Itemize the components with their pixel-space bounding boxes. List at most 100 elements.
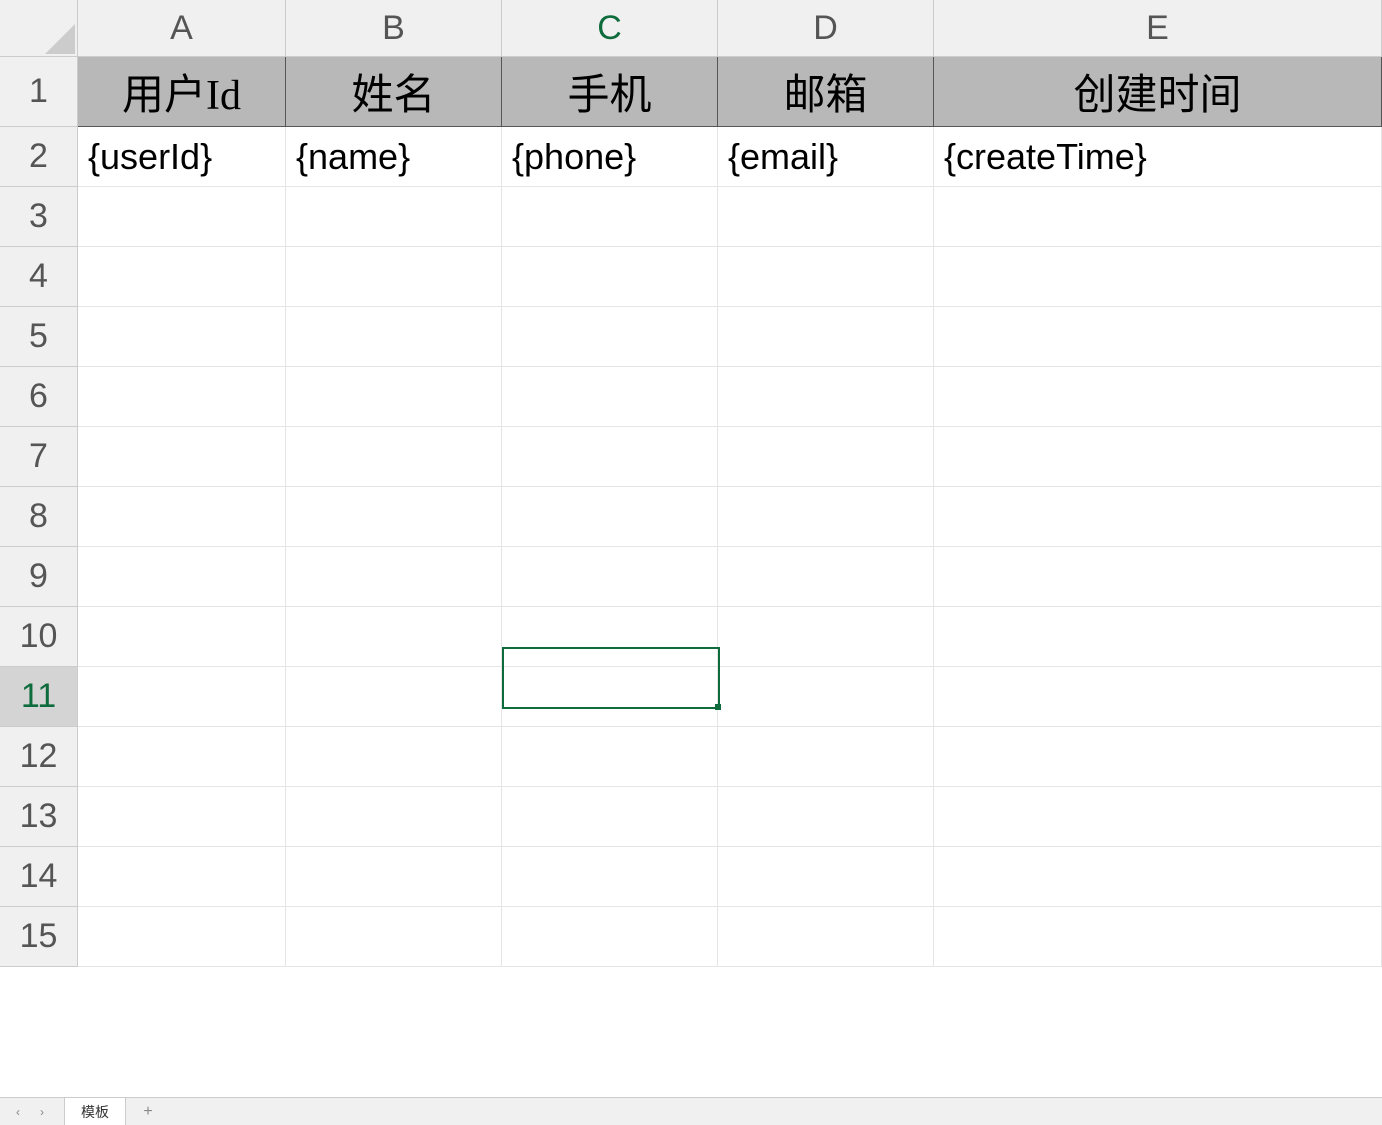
- col-header-A[interactable]: A: [78, 0, 286, 57]
- cell-E14[interactable]: [934, 847, 1382, 907]
- row-header-12[interactable]: 12: [0, 727, 78, 787]
- cell-B6[interactable]: [286, 367, 502, 427]
- col-header-D[interactable]: D: [718, 0, 934, 57]
- row-header-1[interactable]: 1: [0, 57, 78, 127]
- select-all-corner[interactable]: [0, 0, 78, 57]
- row-header-2[interactable]: 2: [0, 127, 78, 187]
- cell-C8[interactable]: [502, 487, 718, 547]
- cell-C11[interactable]: [502, 667, 718, 727]
- cell-D9[interactable]: [718, 547, 934, 607]
- cell-E13[interactable]: [934, 787, 1382, 847]
- col-header-C[interactable]: C: [502, 0, 718, 57]
- cell-B3[interactable]: [286, 187, 502, 247]
- cell-D13[interactable]: [718, 787, 934, 847]
- row-header-9[interactable]: 9: [0, 547, 78, 607]
- cell-C14[interactable]: [502, 847, 718, 907]
- cell-D4[interactable]: [718, 247, 934, 307]
- cell-A9[interactable]: [78, 547, 286, 607]
- cell-E3[interactable]: [934, 187, 1382, 247]
- cell-E10[interactable]: [934, 607, 1382, 667]
- sheet-nav-prev[interactable]: ‹: [8, 1102, 28, 1122]
- sheet-nav-next[interactable]: ›: [32, 1102, 52, 1122]
- cell-C12[interactable]: [502, 727, 718, 787]
- cell-E8[interactable]: [934, 487, 1382, 547]
- cell-A2[interactable]: {userId}: [78, 127, 286, 187]
- cell-D7[interactable]: [718, 427, 934, 487]
- cell-E12[interactable]: [934, 727, 1382, 787]
- cell-B1[interactable]: 姓名: [286, 57, 502, 127]
- cell-B10[interactable]: [286, 607, 502, 667]
- cell-A8[interactable]: [78, 487, 286, 547]
- add-sheet-button[interactable]: +: [134, 1098, 162, 1125]
- cell-D2[interactable]: {email}: [718, 127, 934, 187]
- cell-B14[interactable]: [286, 847, 502, 907]
- cell-E6[interactable]: [934, 367, 1382, 427]
- sheet-tab-template[interactable]: 模板: [64, 1098, 126, 1125]
- cell-C3[interactable]: [502, 187, 718, 247]
- cell-C5[interactable]: [502, 307, 718, 367]
- col-header-E[interactable]: E: [934, 0, 1382, 57]
- cell-B4[interactable]: [286, 247, 502, 307]
- cell-D6[interactable]: [718, 367, 934, 427]
- cell-D10[interactable]: [718, 607, 934, 667]
- cell-C9[interactable]: [502, 547, 718, 607]
- row-header-4[interactable]: 4: [0, 247, 78, 307]
- row-header-6[interactable]: 6: [0, 367, 78, 427]
- cell-D14[interactable]: [718, 847, 934, 907]
- cell-B7[interactable]: [286, 427, 502, 487]
- row-header-3[interactable]: 3: [0, 187, 78, 247]
- cell-D3[interactable]: [718, 187, 934, 247]
- cell-B15[interactable]: [286, 907, 502, 967]
- cell-C1[interactable]: 手机: [502, 57, 718, 127]
- cell-D5[interactable]: [718, 307, 934, 367]
- cell-B9[interactable]: [286, 547, 502, 607]
- cell-C6[interactable]: [502, 367, 718, 427]
- cell-E4[interactable]: [934, 247, 1382, 307]
- cell-C2[interactable]: {phone}: [502, 127, 718, 187]
- cell-B8[interactable]: [286, 487, 502, 547]
- cell-A7[interactable]: [78, 427, 286, 487]
- cell-A10[interactable]: [78, 607, 286, 667]
- cell-D12[interactable]: [718, 727, 934, 787]
- cell-D1[interactable]: 邮箱: [718, 57, 934, 127]
- cell-E9[interactable]: [934, 547, 1382, 607]
- cell-A13[interactable]: [78, 787, 286, 847]
- row-header-5[interactable]: 5: [0, 307, 78, 367]
- cell-A14[interactable]: [78, 847, 286, 907]
- row-header-11[interactable]: 11: [0, 667, 78, 727]
- cell-E5[interactable]: [934, 307, 1382, 367]
- cell-D8[interactable]: [718, 487, 934, 547]
- cell-C10[interactable]: [502, 607, 718, 667]
- row-header-8[interactable]: 8: [0, 487, 78, 547]
- cell-A1[interactable]: 用户Id: [78, 57, 286, 127]
- cell-E15[interactable]: [934, 907, 1382, 967]
- cell-A12[interactable]: [78, 727, 286, 787]
- cell-A6[interactable]: [78, 367, 286, 427]
- col-header-B[interactable]: B: [286, 0, 502, 57]
- cell-A4[interactable]: [78, 247, 286, 307]
- cell-E2[interactable]: {createTime}: [934, 127, 1382, 187]
- cell-C4[interactable]: [502, 247, 718, 307]
- cell-B11[interactable]: [286, 667, 502, 727]
- cell-B2[interactable]: {name}: [286, 127, 502, 187]
- cell-C7[interactable]: [502, 427, 718, 487]
- cell-E1[interactable]: 创建时间: [934, 57, 1382, 127]
- cell-C15[interactable]: [502, 907, 718, 967]
- row-header-15[interactable]: 15: [0, 907, 78, 967]
- cell-B13[interactable]: [286, 787, 502, 847]
- row-header-7[interactable]: 7: [0, 427, 78, 487]
- cell-A3[interactable]: [78, 187, 286, 247]
- row-header-14[interactable]: 14: [0, 847, 78, 907]
- row-header-10[interactable]: 10: [0, 607, 78, 667]
- cell-E11[interactable]: [934, 667, 1382, 727]
- cell-B12[interactable]: [286, 727, 502, 787]
- cell-B5[interactable]: [286, 307, 502, 367]
- cell-D15[interactable]: [718, 907, 934, 967]
- cell-D11[interactable]: [718, 667, 934, 727]
- cell-E7[interactable]: [934, 427, 1382, 487]
- cell-A11[interactable]: [78, 667, 286, 727]
- cell-A15[interactable]: [78, 907, 286, 967]
- cell-A5[interactable]: [78, 307, 286, 367]
- cell-C13[interactable]: [502, 787, 718, 847]
- row-header-13[interactable]: 13: [0, 787, 78, 847]
